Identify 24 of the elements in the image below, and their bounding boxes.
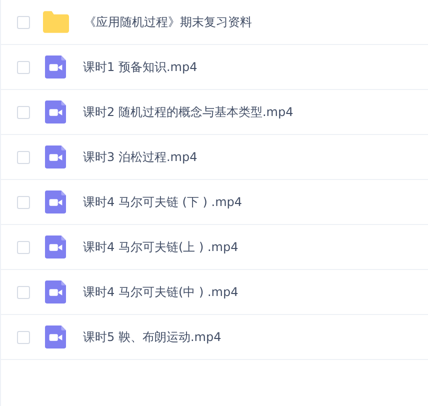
file-name[interactable]: 《应用随机过程》期末复习资料 (84, 14, 252, 30)
video-file-icon (45, 190, 66, 214)
video-file-icon (45, 235, 66, 259)
folder-icon (43, 11, 69, 33)
file-name[interactable]: 课时1 预备知识.mp4 (83, 58, 198, 76)
file-name[interactable]: 课时4 马尔可夫链(中 ) .mp4 (83, 284, 238, 300)
file-name[interactable]: 课时4 马尔可夫链(上 ) .mp4 (83, 238, 238, 256)
video-file-icon (45, 325, 66, 349)
file-name[interactable]: 课时5 鞅、布朗运动.mp4 (83, 328, 222, 346)
checkbox[interactable] (17, 240, 30, 254)
file-name[interactable]: 课时2 随机过程的概念与基本类型.mp4 (83, 104, 294, 120)
checkbox[interactable] (17, 16, 30, 28)
checkbox[interactable] (17, 60, 30, 74)
video-file-icon (45, 280, 66, 304)
file-name[interactable]: 课时3 泊松过程.mp4 (83, 148, 198, 166)
file-name[interactable]: 课时4 马尔可夫链 (下 ) .mp4 (83, 194, 242, 210)
checkbox[interactable] (17, 286, 30, 298)
video-file-icon (45, 100, 66, 124)
checkbox[interactable] (17, 106, 30, 118)
checkbox[interactable] (17, 330, 30, 344)
checkbox[interactable] (17, 150, 30, 164)
checkbox[interactable] (17, 196, 30, 208)
video-file-icon (45, 145, 66, 169)
video-file-icon (45, 55, 66, 79)
